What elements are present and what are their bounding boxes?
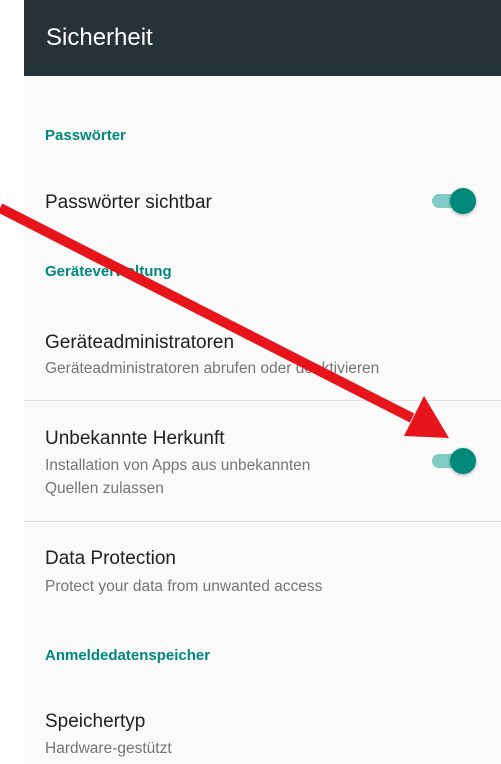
pref-summary-unknown-sources-line2: Quellen zulassen [45, 480, 164, 497]
pref-row-storage-type[interactable]: Speichertyp Hardware-gestützt [24, 686, 501, 764]
section-header-passwords: Passwörter [45, 127, 126, 144]
pref-title-visible-passwords: Passwörter sichtbar [45, 192, 212, 213]
settings-screen: Sicherheit Passwörter Passwörter sichtba… [0, 0, 501, 764]
pref-title-data-protection: Data Protection [45, 548, 176, 569]
pref-title-unknown-sources: Unbekannte Herkunft [45, 428, 225, 449]
pref-title-storage-type: Speichertyp [45, 711, 146, 732]
page-title: Sicherheit [46, 24, 153, 51]
pref-summary-device-administrators: Geräteadministratoren abrufen oder deakt… [45, 360, 380, 377]
pref-summary-storage-type: Hardware-gestützt [45, 740, 172, 757]
unknown-sources-toggle[interactable] [430, 446, 476, 476]
switch-thumb [450, 188, 476, 214]
pref-summary-data-protection: Protect your data from unwanted access [45, 578, 323, 595]
section-header-credential-storage: Anmeldedatenspeicher [45, 647, 211, 664]
pref-title-device-administrators: Geräteadministratoren [45, 332, 235, 353]
pref-row-visible-passwords[interactable]: Passwörter sichtbar [24, 166, 501, 236]
pref-row-unknown-sources[interactable]: Unbekannte Herkunft Installation von App… [24, 401, 501, 521]
pref-row-data-protection[interactable]: Data Protection Protect your data from u… [24, 522, 501, 622]
switch-thumb [450, 448, 476, 474]
pref-row-device-administrators[interactable]: Geräteadministratoren Geräteadministrato… [24, 306, 501, 400]
preferences-list: Passwörter Passwörter sichtbar Gerätever… [24, 76, 501, 764]
app-bar: Sicherheit [24, 0, 501, 76]
pref-summary-unknown-sources-line1: Installation von Apps aus unbekannten [45, 457, 311, 474]
visible-passwords-toggle[interactable] [430, 186, 476, 216]
left-margin [0, 0, 24, 764]
section-header-device-admin: Geräteverwaltung [45, 263, 172, 280]
